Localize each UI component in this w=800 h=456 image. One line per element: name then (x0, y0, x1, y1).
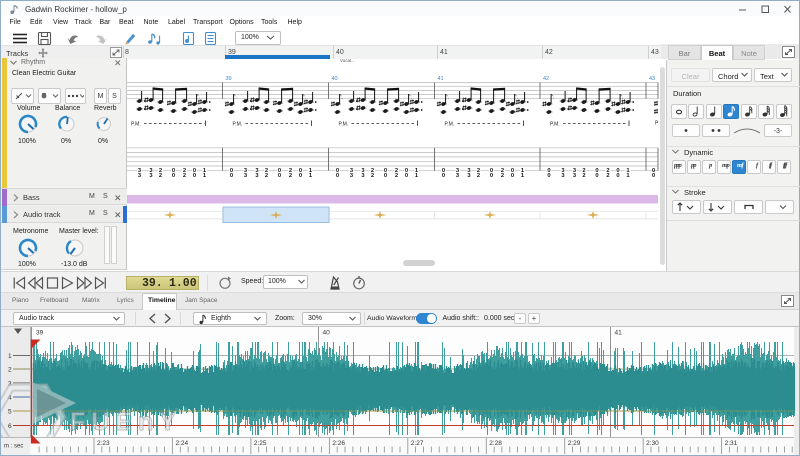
svg-text:0: 0 (230, 173, 233, 179)
svg-text:0: 0 (299, 173, 302, 179)
svg-text:0: 0 (652, 173, 655, 179)
svg-text:P.M.: P.M. (233, 122, 243, 128)
svg-text:41: 41 (615, 330, 623, 337)
svg-text:0: 0 (616, 173, 619, 179)
svg-text:0: 0 (511, 173, 514, 179)
svg-text:2: 2 (289, 173, 292, 179)
svg-text:2:31: 2:31 (725, 440, 738, 447)
svg-text:0: 0 (172, 173, 175, 179)
svg-text:0: 0 (278, 173, 281, 179)
svg-text:2:25: 2:25 (254, 440, 267, 447)
svg-text:0: 0 (336, 173, 339, 179)
svg-text:Vocal...: Vocal... (340, 59, 355, 63)
svg-text:P.M.: P.M. (550, 122, 560, 128)
svg-text:0: 0 (193, 173, 196, 179)
svg-text:6: 6 (8, 423, 12, 430)
svg-text:2:27: 2:27 (411, 440, 424, 447)
svg-text:2: 2 (265, 173, 268, 179)
svg-text:2:30: 2:30 (646, 440, 659, 447)
svg-text:2: 2 (606, 173, 609, 179)
svg-text:41: 41 (438, 76, 444, 82)
svg-text:0: 0 (442, 173, 445, 179)
svg-text:2:24: 2:24 (175, 440, 188, 447)
svg-text:2:23: 2:23 (97, 440, 110, 447)
svg-text:42: 42 (543, 76, 549, 82)
svg-text:2: 2 (501, 173, 504, 179)
svg-text:1: 1 (8, 353, 12, 360)
svg-text:40: 40 (323, 330, 331, 337)
svg-text:2: 2 (159, 173, 162, 179)
svg-text:0: 0 (405, 173, 408, 179)
svg-text:2: 2 (582, 173, 585, 179)
svg-text:2:29: 2:29 (568, 440, 581, 447)
svg-text:5: 5 (8, 409, 12, 416)
svg-text:P.M.: P.M. (445, 122, 455, 128)
svg-text:2: 2 (8, 367, 12, 374)
svg-text:2: 2 (477, 173, 480, 179)
svg-text:FUEnY: FUEnY (70, 408, 182, 436)
svg-text:P.M.: P.M. (131, 122, 141, 128)
svg-text:0: 0 (384, 173, 387, 179)
svg-text:0: 0 (490, 173, 493, 179)
svg-text:m : sec: m : sec (4, 444, 23, 450)
svg-text:43: 43 (649, 76, 655, 82)
svg-text:P: P (655, 121, 659, 127)
svg-text:2: 2 (371, 173, 374, 179)
svg-text:2:26: 2:26 (332, 440, 345, 447)
svg-text:0: 0 (595, 173, 598, 179)
svg-text:2: 2 (395, 173, 398, 179)
svg-text:P.M.: P.M. (339, 122, 349, 128)
svg-text:39: 39 (226, 76, 232, 82)
svg-text:2:28: 2:28 (489, 440, 502, 447)
svg-text:39: 39 (36, 330, 44, 337)
svg-text:2: 2 (183, 173, 186, 179)
svg-text:40: 40 (332, 76, 338, 82)
svg-text:0: 0 (547, 173, 550, 179)
